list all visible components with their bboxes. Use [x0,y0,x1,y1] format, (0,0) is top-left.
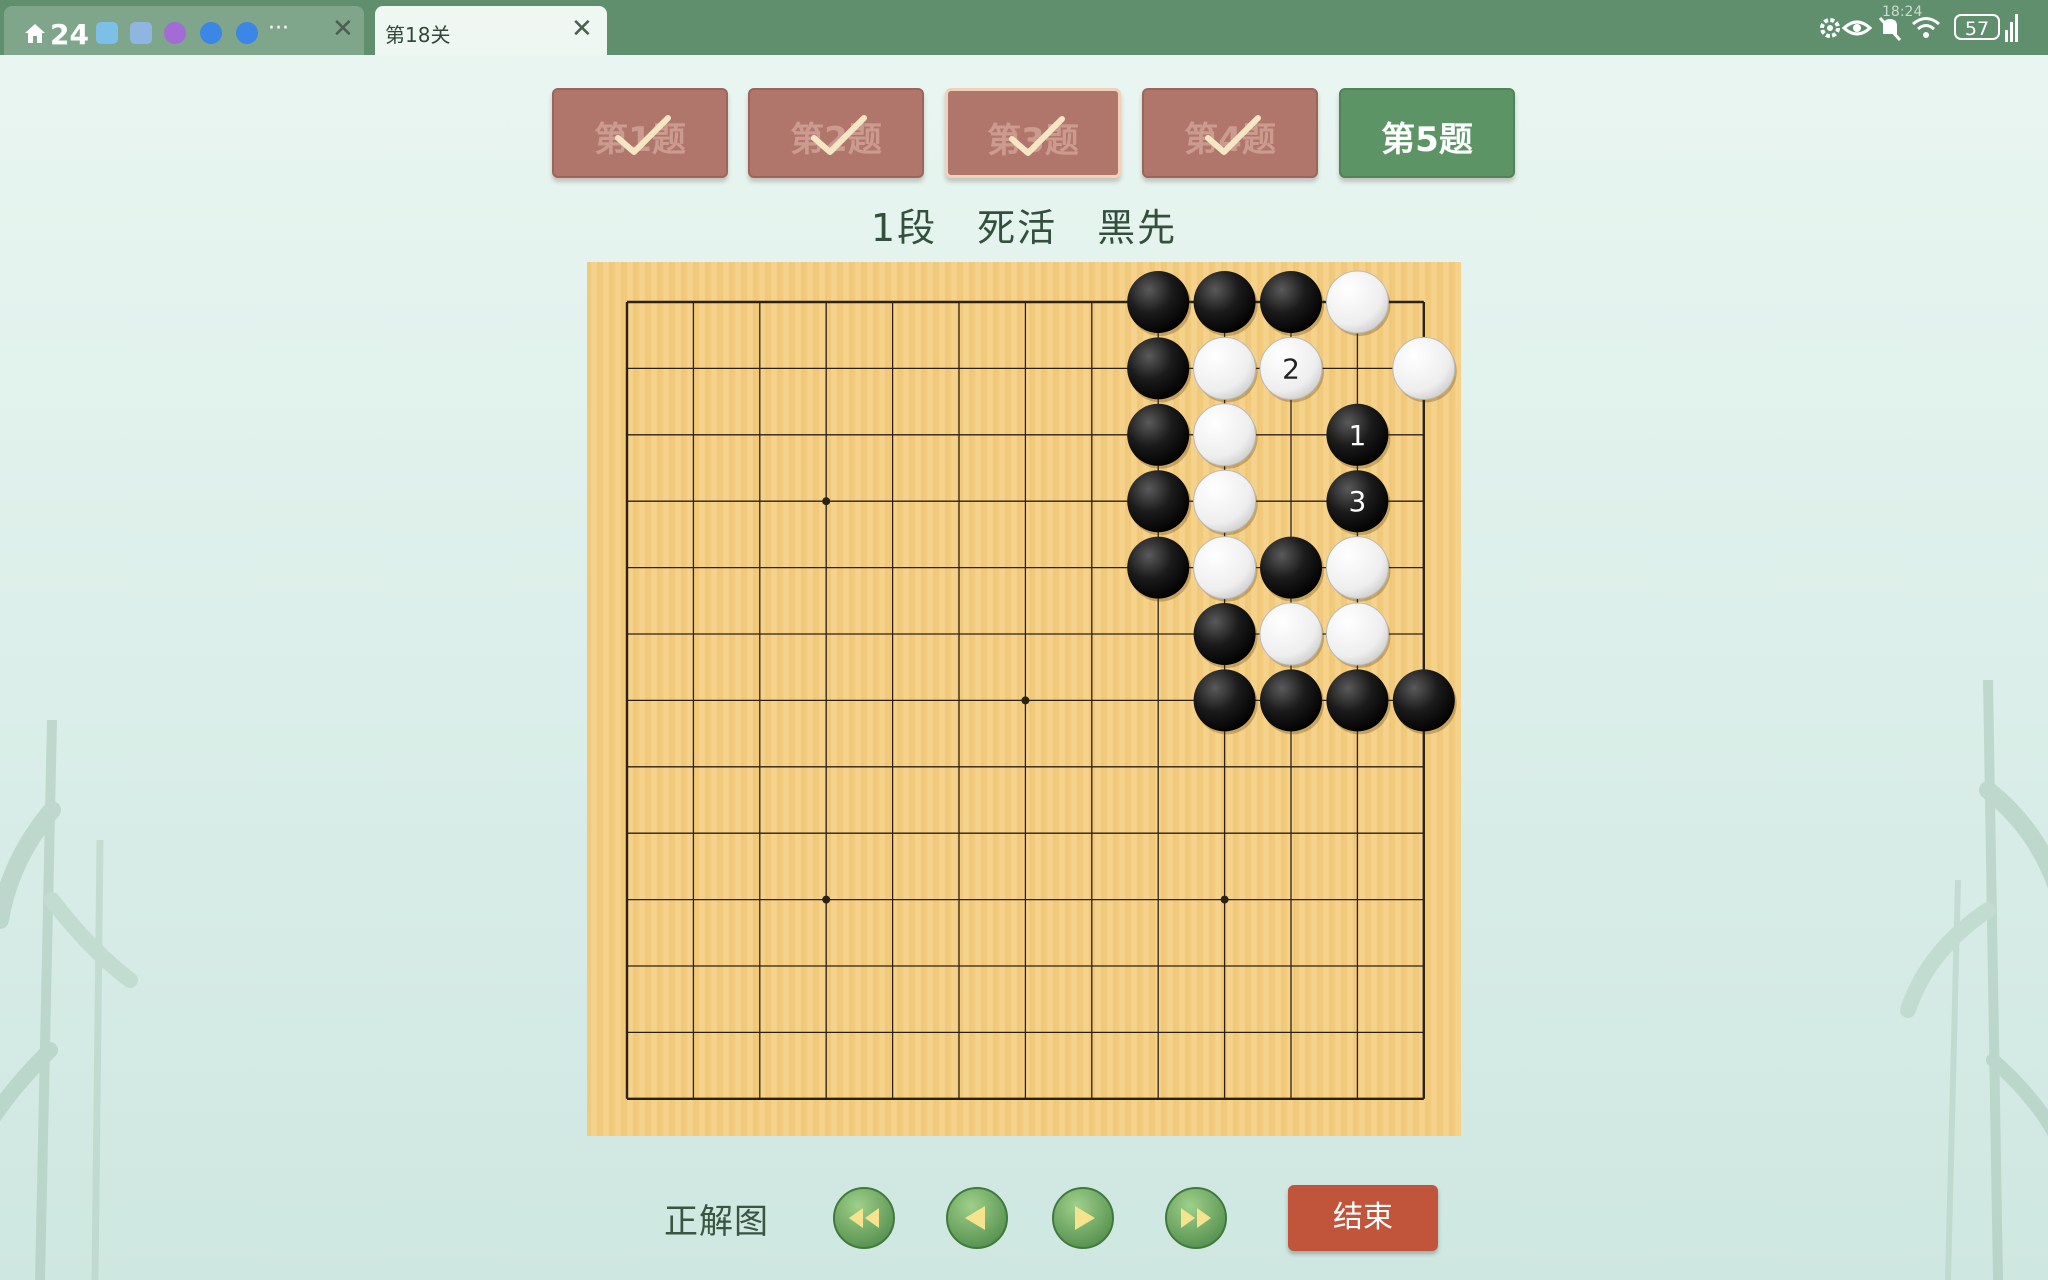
move-number: 1 [1348,419,1366,452]
end-button[interactable]: 结束 [1288,1185,1438,1251]
problem-tab-3[interactable]: 第3题 [945,88,1121,178]
app-icon[interactable] [164,22,186,44]
home-icon[interactable] [22,20,48,46]
go-board[interactable]: 2 1 3 [587,262,1461,1136]
problem-tab-2[interactable]: 第2题 [748,88,924,178]
move-number: 2 [1282,352,1300,385]
problem-tab-5[interactable]: 第5题 [1339,88,1515,178]
problem-info: 1段 死活 黑先 [870,206,1178,250]
check-icon [615,115,671,155]
answer-diagram-label: 正解图 [664,1202,769,1242]
star-point [1021,696,1030,705]
app-icon[interactable] [130,22,152,44]
check-icon [1009,116,1065,156]
close-icon[interactable]: ✕ [332,14,354,44]
star-point [822,497,831,506]
tab-title: 第18关 [385,23,451,47]
eye-icon [1842,20,1872,36]
browser-tab-bar: 24 ··· ✕ 第18关 ✕ 18:24 57 [0,0,2048,55]
previous-move-button[interactable] [945,1186,1009,1250]
signal-icon [2005,14,2018,42]
last-move-button[interactable] [1164,1186,1228,1250]
star-point [1220,895,1229,904]
check-icon [1205,115,1261,155]
problem-tab-1[interactable]: 第1题 [552,88,728,178]
tab-app-launcher[interactable]: 24 ··· ✕ [4,6,364,55]
next-move-button[interactable] [1051,1186,1115,1250]
problem-tab-4[interactable]: 第4题 [1142,88,1318,178]
more-icon[interactable]: ··· [268,16,289,41]
cloud-icon[interactable] [200,22,222,44]
close-icon[interactable]: ✕ [571,14,593,44]
problem-tab-label: 第5题 [1381,120,1473,160]
tab-active[interactable]: 第18关 ✕ [375,6,607,55]
check-icon [811,115,867,155]
tab-number: 24 [50,18,89,51]
first-move-button[interactable] [832,1186,896,1250]
clock: 18:24 [1882,4,1923,20]
settings-icon[interactable] [1816,10,1844,46]
bamboo-decoration-left [0,720,138,1280]
move-number: 3 [1348,485,1366,518]
star-point [822,895,831,904]
bamboo-decoration-right [1900,680,2048,1280]
app-icon[interactable] [96,22,118,44]
battery-indicator: 57 [1954,14,2000,40]
cloud-icon[interactable] [236,22,258,44]
